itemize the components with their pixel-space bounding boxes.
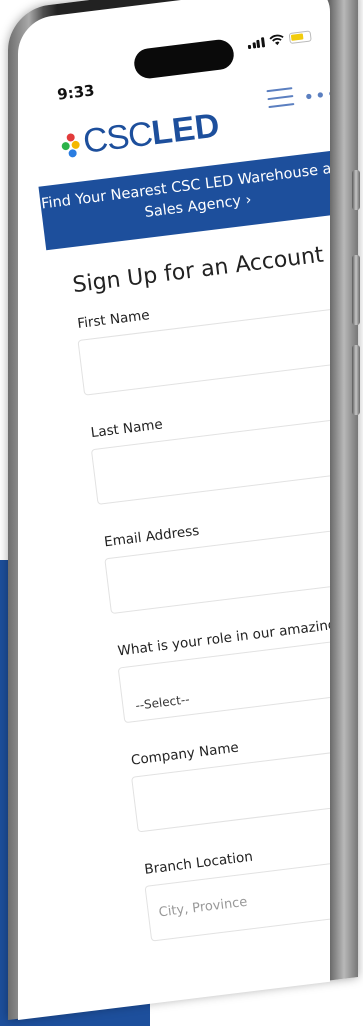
logo-dots-icon xyxy=(60,130,81,158)
first-name-group: First Name xyxy=(75,281,330,396)
more-dots-icon[interactable]: ••• xyxy=(302,84,330,109)
signal-icon xyxy=(247,36,265,49)
status-time: 9:33 xyxy=(56,81,96,104)
brand-logo[interactable]: CSC LED xyxy=(59,106,221,164)
status-icons xyxy=(247,30,312,49)
phone-screen: 9:33 CSC LED ••• Find Your Nearest CSC L… xyxy=(18,0,330,1021)
phone-side-button xyxy=(352,255,360,325)
role-group: What is your role in our amazing industr… xyxy=(115,609,330,724)
screen-content: 9:33 CSC LED ••• Find Your Nearest CSC L… xyxy=(18,0,330,1013)
email-group: Email Address xyxy=(101,499,330,615)
warehouse-banner-link[interactable]: Find Your Nearest CSC LED Warehouse and … xyxy=(38,148,330,251)
wifi-icon xyxy=(268,34,284,46)
branch-group: Branch Location City, Province xyxy=(142,827,330,942)
last-name-group: Last Name xyxy=(88,390,330,505)
battery-icon xyxy=(288,30,312,45)
phone-side-button xyxy=(352,170,360,210)
marketing-stage: 9:33 CSC LED ••• Find Your Nearest CSC L… xyxy=(0,0,363,1026)
logo-text-csc: CSC xyxy=(81,114,154,161)
hamburger-icon[interactable] xyxy=(266,87,295,110)
logo-text-led: LED xyxy=(149,106,222,153)
role-select-value: --Select-- xyxy=(134,692,191,713)
phone-side-button xyxy=(352,345,360,415)
dynamic-island xyxy=(132,38,236,81)
company-group: Company Name xyxy=(128,718,330,833)
signup-form: Sign Up for an Account First Name Last N… xyxy=(68,230,330,971)
